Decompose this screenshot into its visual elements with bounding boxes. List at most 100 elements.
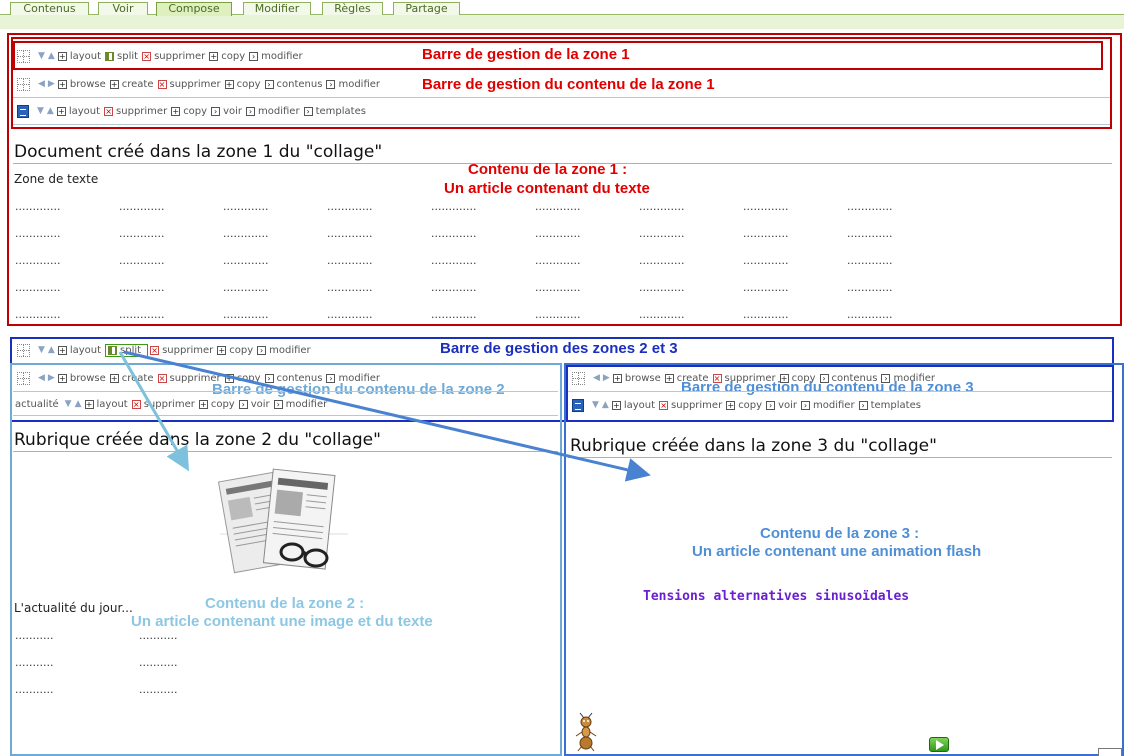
arrow-down-icon[interactable]: ▼: [38, 345, 45, 355]
modifier-button[interactable]: modifier: [286, 399, 328, 410]
arrow-up-icon[interactable]: ▲: [48, 51, 55, 61]
plus-icon[interactable]: +: [612, 373, 622, 383]
plus-icon[interactable]: +: [224, 79, 234, 89]
tab-regles[interactable]: Règles: [322, 2, 383, 15]
delete-icon[interactable]: ×: [150, 345, 160, 355]
delete-icon[interactable]: ×: [104, 106, 114, 116]
voir-button[interactable]: voir: [251, 399, 270, 410]
plus-icon[interactable]: +: [664, 373, 674, 383]
browse-button[interactable]: browse: [625, 373, 661, 384]
contenus-button[interactable]: contenus: [277, 79, 323, 90]
supprimer-button[interactable]: supprimer: [144, 399, 195, 410]
split-button[interactable]: split: [120, 345, 141, 356]
arrow-up-icon[interactable]: ▲: [75, 399, 82, 409]
split-button[interactable]: split: [117, 51, 138, 62]
modifier-button[interactable]: modifier: [269, 345, 311, 356]
toolbar-separator: [13, 97, 1110, 98]
arrow-right-icon[interactable]: ›: [238, 399, 248, 409]
arrow-right-icon[interactable]: ›: [249, 51, 259, 61]
browse-button[interactable]: browse: [70, 79, 106, 90]
split-highlight[interactable]: split: [105, 343, 149, 357]
layout-button[interactable]: layout: [70, 51, 101, 62]
copy-button[interactable]: copy: [237, 79, 261, 90]
arrow-right-icon[interactable]: ▶: [603, 373, 610, 383]
tab-contenus[interactable]: Contenus: [10, 2, 89, 15]
tab-modifier[interactable]: Modifier: [243, 2, 311, 15]
tab-partage[interactable]: Partage: [393, 2, 460, 15]
plus-icon[interactable]: +: [198, 399, 208, 409]
plus-icon[interactable]: +: [217, 345, 227, 355]
supprimer-button[interactable]: supprimer: [162, 345, 213, 356]
article-name-actualite[interactable]: actualité: [15, 399, 59, 410]
arrow-right-icon[interactable]: ›: [211, 106, 221, 116]
supprimer-button[interactable]: supprimer: [170, 79, 221, 90]
delete-icon[interactable]: ×: [142, 51, 152, 61]
copy-button[interactable]: copy: [738, 400, 762, 411]
plus-icon[interactable]: +: [57, 51, 67, 61]
copy-button[interactable]: copy: [183, 106, 207, 117]
plus-icon[interactable]: +: [611, 400, 621, 410]
arrow-down-icon[interactable]: ▼: [38, 51, 45, 61]
tab-voir[interactable]: Voir: [98, 2, 148, 15]
create-button[interactable]: create: [122, 79, 154, 90]
plus-icon[interactable]: +: [57, 373, 67, 383]
modifier-button[interactable]: modifier: [261, 51, 303, 62]
arrow-down-icon[interactable]: ▼: [37, 106, 44, 116]
copy-button[interactable]: copy: [211, 399, 235, 410]
plus-icon[interactable]: +: [726, 400, 736, 410]
arrow-right-icon[interactable]: ›: [303, 106, 313, 116]
modifier-button[interactable]: modifier: [258, 106, 300, 117]
plus-icon[interactable]: +: [171, 106, 181, 116]
templates-button[interactable]: templates: [871, 400, 921, 411]
arrow-right-icon[interactable]: ›: [264, 79, 274, 89]
arrow-right-icon[interactable]: ›: [326, 79, 336, 89]
copy-button[interactable]: copy: [229, 345, 253, 356]
plus-icon[interactable]: +: [209, 51, 219, 61]
arrow-down-icon[interactable]: ▼: [65, 399, 72, 409]
supprimer-button[interactable]: supprimer: [671, 400, 722, 411]
arrow-left-icon[interactable]: ◀: [593, 373, 600, 383]
supprimer-button[interactable]: supprimer: [154, 51, 205, 62]
templates-button[interactable]: templates: [316, 106, 366, 117]
delete-icon[interactable]: ×: [131, 399, 141, 409]
layout-button[interactable]: layout: [70, 345, 101, 356]
arrow-right-icon[interactable]: ›: [273, 399, 283, 409]
plus-icon[interactable]: +: [109, 373, 119, 383]
arrow-up-icon[interactable]: ▲: [47, 106, 54, 116]
voir-button[interactable]: voir: [223, 106, 242, 117]
layout-button[interactable]: layout: [624, 400, 655, 411]
plus-icon[interactable]: +: [57, 79, 67, 89]
layout-button[interactable]: layout: [97, 399, 128, 410]
supprimer-button[interactable]: supprimer: [116, 106, 167, 117]
split-icon[interactable]: [108, 345, 118, 355]
plus-icon[interactable]: +: [56, 106, 66, 116]
arrow-left-icon[interactable]: ◀: [38, 79, 45, 89]
arrow-right-icon[interactable]: ›: [766, 400, 776, 410]
plus-icon[interactable]: +: [109, 79, 119, 89]
arrow-right-icon[interactable]: ›: [257, 345, 267, 355]
arrow-up-icon[interactable]: ▲: [48, 345, 55, 355]
tab-compose[interactable]: Compose: [156, 2, 232, 16]
modifier-button[interactable]: modifier: [338, 79, 380, 90]
delete-icon[interactable]: ×: [157, 373, 167, 383]
plus-icon[interactable]: +: [57, 345, 67, 355]
play-button[interactable]: [929, 737, 949, 752]
arrow-right-icon[interactable]: ›: [246, 106, 256, 116]
plus-icon[interactable]: +: [84, 399, 94, 409]
arrow-right-icon[interactable]: ›: [801, 400, 811, 410]
layout-button[interactable]: layout: [69, 106, 100, 117]
browse-button[interactable]: browse: [70, 373, 106, 384]
arrow-right-icon[interactable]: ▶: [48, 373, 55, 383]
arrow-left-icon[interactable]: ◀: [38, 373, 45, 383]
arrow-right-icon[interactable]: ›: [858, 400, 868, 410]
modifier-button[interactable]: modifier: [813, 400, 855, 411]
delete-icon[interactable]: ×: [659, 400, 669, 410]
voir-button[interactable]: voir: [778, 400, 797, 411]
copy-button[interactable]: copy: [221, 51, 245, 62]
arrow-up-icon[interactable]: ▲: [602, 400, 609, 410]
delete-icon[interactable]: ×: [157, 79, 167, 89]
split-icon[interactable]: [105, 51, 115, 61]
create-button[interactable]: create: [122, 373, 154, 384]
arrow-right-icon[interactable]: ▶: [48, 79, 55, 89]
arrow-down-icon[interactable]: ▼: [592, 400, 599, 410]
